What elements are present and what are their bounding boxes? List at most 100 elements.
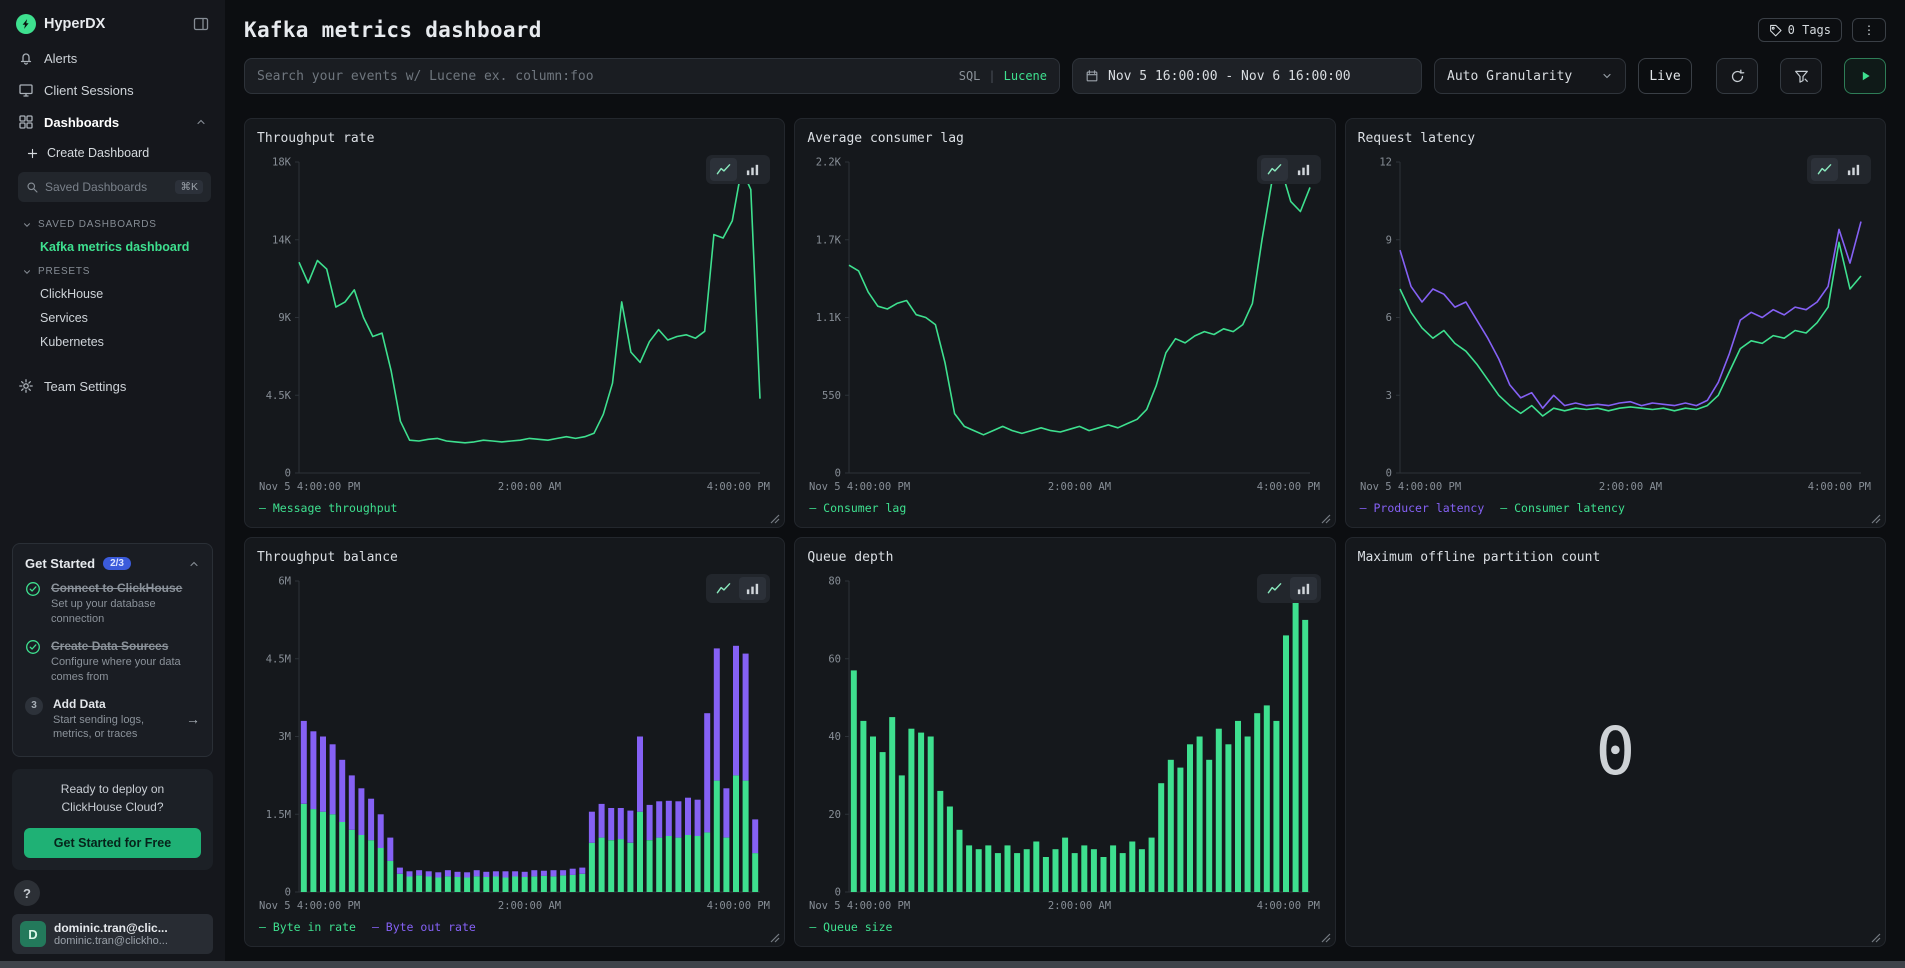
refresh-button[interactable] [1716,58,1758,94]
section-presets[interactable]: PRESETS [16,259,213,282]
svg-text:4:00:00 PM: 4:00:00 PM [1257,900,1320,912]
chart-canvas[interactable]: 05501.1K1.7K2.2KNov 5 4:00:00 PM2:00:00 … [807,150,1322,497]
sidebar-item-dashboards[interactable]: Dashboards [12,106,213,138]
svg-text:1.1K: 1.1K [816,312,842,324]
step-subtitle: Start sending logs, metrics, or traces [53,713,176,743]
help-button[interactable]: ? [14,880,40,906]
sidebar-item-clickhouse[interactable]: ClickHouse [16,282,213,306]
line-chart-icon[interactable] [710,158,737,181]
lucene-toggle[interactable]: Lucene [1004,69,1047,83]
legend-item[interactable]: — Queue size [809,920,892,934]
get-started-step-connect[interactable]: Connect to ClickHouse Set up your databa… [25,571,200,629]
bar-chart-icon[interactable] [1290,158,1317,181]
sidebar-item-services[interactable]: Services [16,306,213,330]
chart-type-toggle [706,155,770,184]
dashboard-search[interactable]: ⌘K [18,172,211,202]
event-search[interactable]: SQL | Lucene [244,58,1060,94]
chart-canvas[interactable]: 01.5M3M4.5M6MNov 5 4:00:00 PM2:00:00 AM4… [257,569,772,916]
bar-chart-icon[interactable] [1290,577,1317,600]
create-dashboard-button[interactable]: Create Dashboard [16,138,213,166]
resize-handle[interactable] [770,933,780,943]
get-started-step-data-sources[interactable]: Create Data Sources Configure where your… [25,629,200,687]
resize-handle[interactable] [1321,933,1331,943]
big-number-value: 0 [1358,565,1873,938]
line-chart-icon[interactable] [1261,577,1288,600]
resize-handle[interactable] [1321,514,1331,524]
svg-text:2:00:00 AM: 2:00:00 AM [1048,481,1111,493]
get-started-free-button[interactable]: Get Started for Free [24,828,201,858]
chevron-down-icon [1601,70,1613,82]
chart-legend: — Queue size [807,916,1322,938]
svg-text:20: 20 [829,809,842,821]
svg-text:1.5M: 1.5M [266,809,291,821]
bar-chart-icon[interactable] [739,577,766,600]
svg-text:Nov 5 4:00:00 PM: Nov 5 4:00:00 PM [259,900,360,912]
sidebar-item-kubernetes[interactable]: Kubernetes [16,330,213,354]
svg-text:4:00:00 PM: 4:00:00 PM [707,900,770,912]
legend-item[interactable]: — Consumer latency [1500,501,1625,515]
line-chart-icon[interactable] [710,577,737,600]
resize-handle[interactable] [1871,514,1881,524]
section-saved-dashboards[interactable]: SAVED DASHBOARDS [16,212,213,235]
panel-title: Queue depth [807,550,1322,565]
more-options-button[interactable]: ⋮ [1852,18,1886,42]
granularity-select[interactable]: Auto Granularity [1434,58,1626,94]
svg-text:6M: 6M [278,576,291,588]
chart-canvas[interactable]: 020406080Nov 5 4:00:00 PM2:00:00 AM4:00:… [807,569,1322,916]
sidebar-item-team-settings[interactable]: Team Settings [12,370,213,402]
legend-item[interactable]: — Byte out rate [372,920,476,934]
nav-label: Client Sessions [44,83,134,98]
svg-text:12: 12 [1379,157,1392,169]
tags-button[interactable]: 0 Tags [1758,18,1842,42]
refresh-icon [1730,69,1745,84]
svg-text:2:00:00 AM: 2:00:00 AM [1599,481,1662,493]
sidebar-item-client-sessions[interactable]: Client Sessions [12,74,213,106]
user-menu[interactable]: D dominic.tran@clic... dominic.tran@clic… [12,914,213,954]
bar-chart-icon[interactable] [739,158,766,181]
chevron-up-icon[interactable] [188,558,200,570]
svg-text:14K: 14K [272,234,292,246]
chart-canvas[interactable]: 036912Nov 5 4:00:00 PM2:00:00 AM4:00:00 … [1358,150,1873,497]
bar-chart-icon[interactable] [1840,158,1867,181]
resize-handle[interactable] [1871,933,1881,943]
chart-canvas[interactable]: 04.5K9K14K18KNov 5 4:00:00 PM2:00:00 AM4… [257,150,772,497]
live-button[interactable]: Live [1638,58,1692,94]
dashboard-search-input[interactable] [45,180,169,194]
get-started-header[interactable]: Get Started 2/3 [25,556,200,571]
panel-average-consumer-lag: Average consumer lag 05501.1K1.7K2.2KNov… [794,118,1335,528]
resize-handle[interactable] [770,514,780,524]
create-dashboard-label: Create Dashboard [47,146,149,160]
filter-button[interactable] [1780,58,1822,94]
chart-type-toggle [1807,155,1871,184]
sidebar-item-alerts[interactable]: Alerts [12,42,213,74]
time-range-value: Nov 5 16:00:00 - Nov 6 16:00:00 [1108,69,1351,84]
svg-text:2.2K: 2.2K [816,157,842,169]
get-started-step-add-data[interactable]: 3 Add Data Start sending logs, metrics, … [25,687,200,745]
legend-item[interactable]: — Producer latency [1360,501,1485,515]
legend-item[interactable]: — Consumer lag [809,501,906,515]
step-number-badge: 3 [25,697,43,715]
svg-text:4:00:00 PM: 4:00:00 PM [1807,481,1870,493]
horizontal-scrollbar[interactable] [0,961,1905,968]
progress-badge: 2/3 [103,557,131,570]
svg-text:40: 40 [829,731,842,743]
line-chart-icon[interactable] [1261,158,1288,181]
shortcut-badge: ⌘K [175,180,203,194]
page-title: Kafka metrics dashboard [244,18,542,42]
get-started-title: Get Started [25,556,95,571]
sql-toggle[interactable]: SQL [959,69,981,83]
legend-item[interactable]: — Byte in rate [259,920,356,934]
legend-item[interactable]: — Message throughput [259,501,397,515]
section-label: SAVED DASHBOARDS [38,219,157,230]
line-chart-icon[interactable] [1811,158,1838,181]
time-range-picker[interactable]: Nov 5 16:00:00 - Nov 6 16:00:00 [1072,58,1422,94]
cloud-promo-card: Ready to deploy on ClickHouse Cloud? Get… [12,769,213,870]
play-icon [1858,69,1872,83]
hyperdx-logo-icon [16,14,36,34]
step-title: Connect to ClickHouse [51,581,200,595]
sidebar-item-kafka-dashboard[interactable]: Kafka metrics dashboard [16,235,213,259]
svg-text:0: 0 [285,468,291,480]
event-search-input[interactable] [257,69,951,84]
sidebar-collapse-button[interactable] [193,16,209,32]
run-query-button[interactable] [1844,58,1886,94]
